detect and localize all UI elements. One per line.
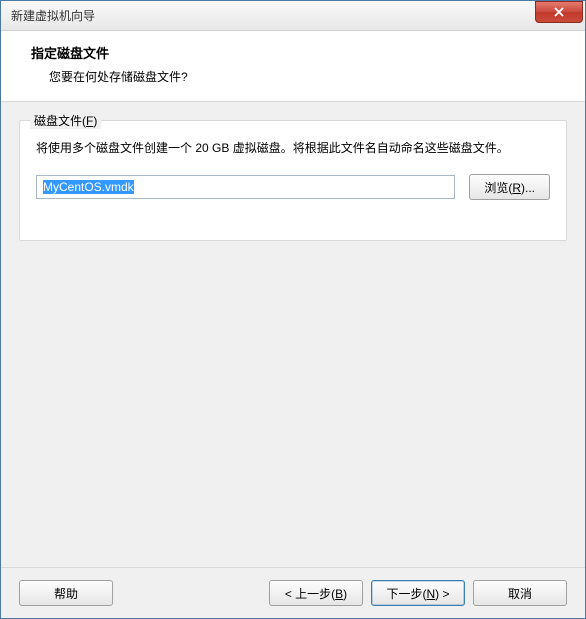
cancel-button[interactable]: 取消 [473,580,567,606]
input-row: 浏览(R)... [36,174,550,200]
group-legend: 磁盘文件(F) [30,112,101,129]
next-button[interactable]: 下一步(N) > [371,580,465,606]
titlebar: 新建虚拟机向导 [1,1,585,31]
window-title: 新建虚拟机向导 [11,7,95,24]
browse-button[interactable]: 浏览(R)... [469,174,550,200]
page-subtitle: 您要在何处存储磁盘文件? [31,68,555,85]
footer: 帮助 < 上一步(B) 下一步(N) > 取消 [1,567,585,618]
close-button[interactable] [535,1,583,23]
help-button[interactable]: 帮助 [19,580,113,606]
wizard-header: 指定磁盘文件 您要在何处存储磁盘文件? [1,31,585,102]
disk-file-group: 磁盘文件(F) 将使用多个磁盘文件创建一个 20 GB 虚拟磁盘。将根据此文件名… [19,120,567,241]
group-description: 将使用多个磁盘文件创建一个 20 GB 虚拟磁盘。将根据此文件名自动命名这些磁盘… [36,139,550,158]
wizard-window: 新建虚拟机向导 指定磁盘文件 您要在何处存储磁盘文件? 磁盘文件(F) 将使用多… [0,0,586,619]
back-button[interactable]: < 上一步(B) [269,580,363,606]
close-icon [553,7,565,17]
content-area: 磁盘文件(F) 将使用多个磁盘文件创建一个 20 GB 虚拟磁盘。将根据此文件名… [1,102,585,567]
disk-file-input[interactable] [36,175,455,199]
page-title: 指定磁盘文件 [31,43,555,62]
